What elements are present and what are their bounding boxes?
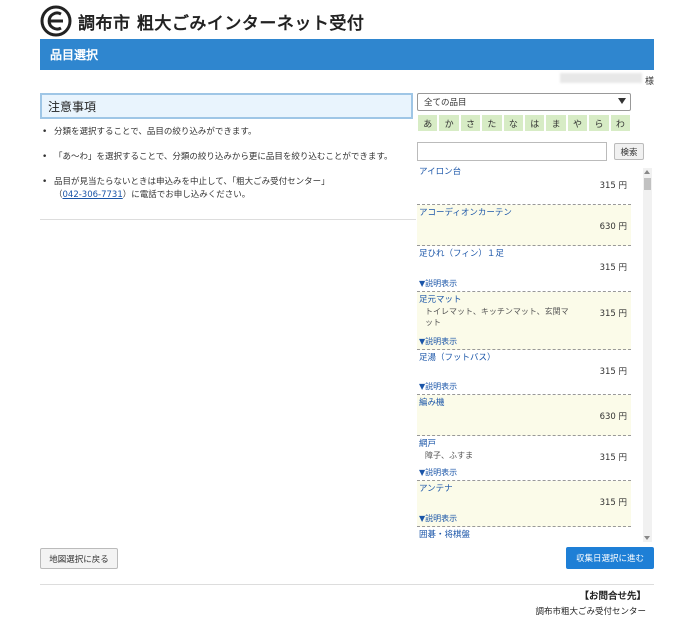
- kana-button[interactable]: わ: [609, 114, 632, 132]
- list-item[interactable]: 編み機 630 円: [417, 395, 631, 436]
- page-title: 品目選択: [50, 48, 99, 62]
- notice-title: 注意事項: [48, 99, 97, 114]
- notice-item: 分類を選択することで、品目の絞り込みができます。: [40, 126, 413, 139]
- list-item[interactable]: アンテナ 315 円 ▼説明表示: [417, 481, 631, 527]
- kana-button[interactable]: た: [481, 114, 503, 132]
- notice-item: 品目が見当たらないときは申込みを中止して、「粗大ごみ受付センター」 （042-3…: [40, 176, 413, 202]
- next-collection-date-button[interactable]: 収集日選択に進む: [566, 547, 654, 569]
- notice-heading-box: 注意事項: [40, 93, 413, 119]
- footer-divider: [40, 584, 654, 585]
- list-item[interactable]: 囲碁・将棋盤: [417, 527, 631, 541]
- phone-link[interactable]: 042-306-7731: [63, 190, 123, 200]
- scroll-down-icon[interactable]: [644, 536, 650, 540]
- show-description-link[interactable]: ▼説明表示: [419, 278, 457, 289]
- user-name-redacted: [560, 73, 642, 83]
- list-item[interactable]: アイロン台 315 円: [417, 164, 631, 205]
- search-input[interactable]: [417, 142, 607, 161]
- kana-filter-row: あ か さ た な は ま や ら わ: [417, 114, 632, 132]
- city-logo-icon: [40, 5, 72, 37]
- search-button[interactable]: 検索: [614, 143, 644, 160]
- list-item[interactable]: 足湯（フットバス） 315 円 ▼説明表示: [417, 350, 631, 395]
- kana-button[interactable]: な: [502, 114, 525, 132]
- list-item[interactable]: 足ひれ（フィン）１足 315 円 ▼説明表示: [417, 246, 631, 292]
- kana-button[interactable]: ま: [545, 114, 567, 132]
- item-list: アイロン台 315 円 アコーディオンカーテン 630 円 足ひれ（フィン）１足…: [417, 164, 631, 541]
- kana-button[interactable]: あ: [417, 114, 439, 132]
- kana-button[interactable]: や: [566, 114, 589, 132]
- scroll-thumb[interactable]: [644, 178, 651, 190]
- kana-button[interactable]: は: [524, 114, 546, 132]
- show-description-link[interactable]: ▼説明表示: [419, 513, 457, 524]
- item-selection-panel: 全ての品目 あ か さ た な は ま や ら わ 検索 アイロン台 315 円…: [417, 93, 654, 543]
- page-title-bar: 品目選択: [40, 39, 654, 70]
- show-description-link[interactable]: ▼説明表示: [419, 467, 457, 478]
- list-item[interactable]: 網戸 障子、ふすま 315 円 ▼説明表示: [417, 436, 631, 481]
- kana-button[interactable]: か: [438, 114, 460, 132]
- user-honorific: 様: [645, 77, 655, 87]
- kana-button[interactable]: ら: [588, 114, 610, 132]
- category-select[interactable]: 全ての品目: [417, 93, 631, 111]
- show-description-link[interactable]: ▼説明表示: [419, 336, 457, 347]
- scroll-up-icon[interactable]: [644, 170, 650, 174]
- list-scrollbar[interactable]: [643, 168, 652, 542]
- back-to-map-button[interactable]: 地図選択に戻る: [40, 548, 118, 569]
- notice-item: 「あ～わ」を選択することで、分類の絞り込みから更に品目を絞り込むことができます。: [40, 151, 413, 164]
- list-item[interactable]: アコーディオンカーテン 630 円: [417, 205, 631, 246]
- list-item[interactable]: 足元マット トイレマット、キッチンマット、玄関マット 315 円 ▼説明表示: [417, 292, 631, 350]
- show-description-link[interactable]: ▼説明表示: [419, 381, 457, 392]
- site-title: 調布市 粗大ごみインターネット受付: [78, 13, 365, 34]
- site-header: 調布市 粗大ごみインターネット受付: [40, 4, 364, 38]
- kana-button[interactable]: さ: [459, 114, 482, 132]
- contact-title: 【お問合せ先】: [579, 591, 646, 602]
- chevron-down-icon: [618, 98, 626, 104]
- notice-list: 分類を選択することで、品目の絞り込みができます。 「あ～わ」を選択することで、分…: [40, 126, 413, 214]
- contact-name: 調布市粗大ごみ受付センター: [535, 607, 646, 617]
- divider: [40, 219, 416, 220]
